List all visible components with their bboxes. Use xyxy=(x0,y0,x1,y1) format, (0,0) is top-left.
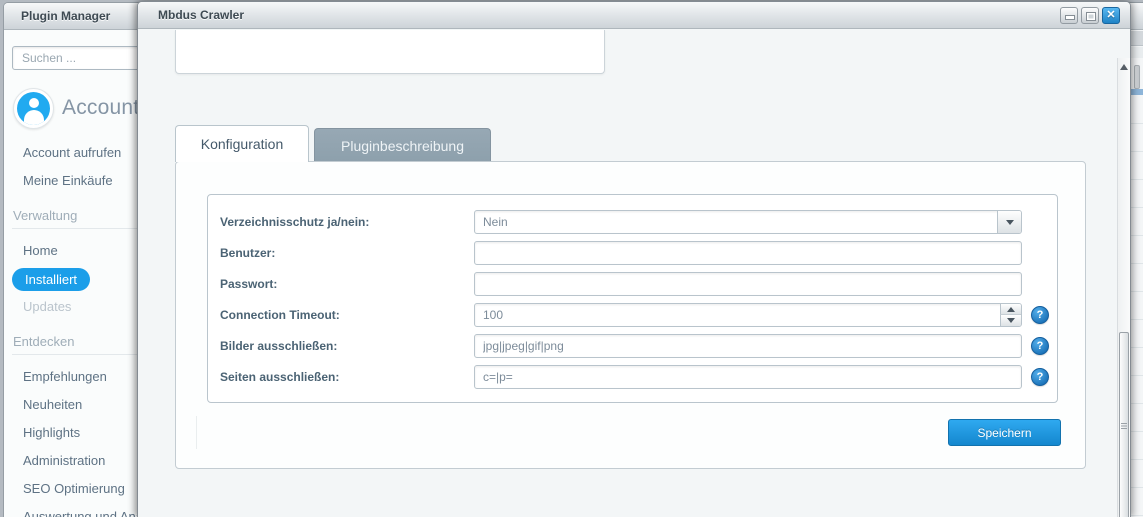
seiten-ausschliessen-field[interactable] xyxy=(474,365,1022,389)
scrollbar-thumb[interactable] xyxy=(1119,332,1129,517)
close-icon[interactable]: ✕ xyxy=(1102,7,1120,24)
number-stepper xyxy=(1000,304,1021,326)
table-toolbar-edge xyxy=(1131,47,1143,58)
verzeichnisschutz-select[interactable]: Nein xyxy=(474,210,1022,234)
dialog-titlebar[interactable]: Mbdus Crawler ✕ xyxy=(138,2,1130,29)
help-icon[interactable]: ? xyxy=(1031,306,1049,324)
help-icon[interactable]: ? xyxy=(1031,368,1049,386)
dialog-title: Mbdus Crawler xyxy=(158,8,244,22)
maximize-icon[interactable] xyxy=(1081,7,1099,24)
bilder-ausschliessen-field[interactable] xyxy=(474,334,1022,358)
sidebar-item-installiert[interactable]: Installiert xyxy=(12,268,90,291)
connection-timeout-field[interactable] xyxy=(474,303,1022,327)
sidebar-item-seo-optimierung[interactable]: SEO Optimierung xyxy=(23,481,125,496)
dialog-body: Konfiguration Pluginbeschreibung Verzeic… xyxy=(138,30,1130,517)
account-heading: Account xyxy=(62,96,139,120)
user-icon xyxy=(17,92,50,125)
select-value: Nein xyxy=(475,211,1021,233)
config-fieldset: Verzeichnisschutz ja/nein: Nein Benutzer… xyxy=(207,194,1058,403)
form-row-passwort: Passwort: xyxy=(220,272,1057,303)
mbdus-crawler-dialog: Mbdus Crawler ✕ Konfiguration Pluginbesc… xyxy=(137,1,1131,517)
sidebar-section-verwaltung: Verwaltung xyxy=(13,208,77,223)
save-button[interactable]: Speichern xyxy=(948,419,1061,446)
sidebar-item-empfehlungen[interactable]: Empfehlungen xyxy=(23,369,107,384)
stepper-up-icon[interactable] xyxy=(1000,304,1021,315)
tab-pluginbeschreibung[interactable]: Pluginbeschreibung xyxy=(314,128,491,162)
window-controls: ✕ xyxy=(1060,7,1120,24)
sidebar-item-highlights[interactable]: Highlights xyxy=(23,425,80,440)
form-row-verzeichnisschutz: Verzeichnisschutz ja/nein: Nein xyxy=(220,210,1057,241)
scrolled-panel-remnant xyxy=(175,30,605,74)
form-row-benutzer: Benutzer: xyxy=(220,241,1057,272)
form-row-connection-timeout: Connection Timeout: ? xyxy=(220,303,1057,334)
field-label: Seiten ausschließen: xyxy=(220,365,474,389)
sidebar-item-updates[interactable]: Updates xyxy=(23,299,71,314)
chevron-down-icon[interactable] xyxy=(997,211,1021,233)
field-label: Passwort: xyxy=(220,272,474,296)
selected-row-edge xyxy=(1131,89,1143,95)
sidebar-section-entdecken: Entdecken xyxy=(13,334,74,349)
dialog-scrollbar[interactable] xyxy=(1117,58,1130,517)
sidebar-item-account-aufrufen[interactable]: Account aufrufen xyxy=(23,145,121,160)
konfiguration-panel: Verzeichnisschutz ja/nein: Nein Benutzer… xyxy=(175,161,1086,469)
table-scrollbar-edge[interactable] xyxy=(1134,65,1140,89)
plugin-table-edge xyxy=(1131,30,1143,517)
form-row-bilder-ausschliessen: Bilder ausschließen: ? xyxy=(220,334,1057,365)
sidebar-item-administration[interactable]: Administration xyxy=(23,453,105,468)
divider xyxy=(196,416,197,449)
form-row-seiten-ausschliessen: Seiten ausschließen: ? xyxy=(220,365,1057,396)
help-icon[interactable]: ? xyxy=(1031,337,1049,355)
field-label: Verzeichnisschutz ja/nein: xyxy=(220,210,474,234)
plugin-manager-title: Plugin Manager xyxy=(21,9,110,23)
sidebar-item-meine-einkaeufe[interactable]: Meine Einkäufe xyxy=(23,173,113,188)
table-header-edge xyxy=(1131,31,1143,46)
benutzer-field[interactable] xyxy=(474,241,1022,265)
field-label: Benutzer: xyxy=(220,241,474,265)
sidebar-item-neuheiten[interactable]: Neuheiten xyxy=(23,397,82,412)
field-label: Connection Timeout: xyxy=(220,303,474,327)
passwort-field[interactable] xyxy=(474,272,1022,296)
sidebar-item-home[interactable]: Home xyxy=(23,243,58,258)
minimize-icon[interactable] xyxy=(1060,7,1078,24)
tab-konfiguration[interactable]: Konfiguration xyxy=(175,125,309,162)
field-label: Bilder ausschließen: xyxy=(220,334,474,358)
avatar xyxy=(13,88,54,129)
stepper-down-icon[interactable] xyxy=(1000,315,1021,326)
scroll-up-icon[interactable] xyxy=(1119,61,1130,74)
table-rows-edge xyxy=(1131,96,1143,517)
